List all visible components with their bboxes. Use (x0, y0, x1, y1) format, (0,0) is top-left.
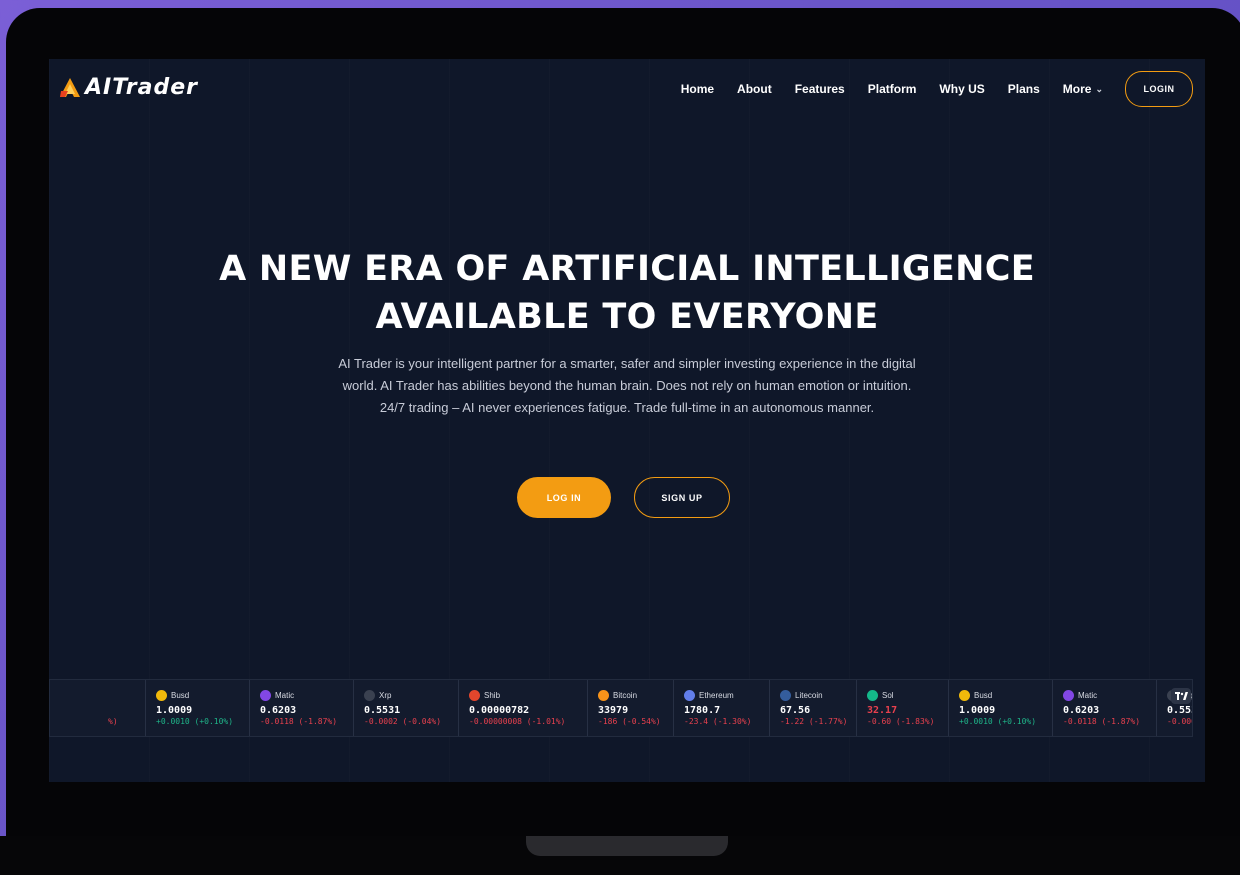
ticker-change: -1.22 (-1.77%) (780, 717, 848, 726)
brand-name: AITrader (85, 75, 199, 100)
shib-coin-icon (469, 689, 480, 701)
nav-platform[interactable]: Platform (868, 82, 917, 96)
ethereum-coin-icon (684, 689, 695, 701)
ticker-change: +0.0010 (+0.10%) (959, 717, 1037, 726)
ticker-name: Matic (1078, 690, 1098, 700)
sol-coin-icon (867, 689, 878, 701)
ticker-price: 67.56 (780, 705, 811, 716)
bitcoin-coin-icon (598, 689, 609, 701)
ticker-name: Ethereum (699, 690, 734, 700)
hero-description: AI Trader is your intelligent partner fo… (338, 356, 916, 415)
nav-features[interactable]: Features (795, 82, 845, 96)
logo-mark-icon (60, 77, 80, 97)
ticker-item[interactable]: Ethereum 1780.7 -23.4 (-1.30%) (673, 680, 769, 736)
nav-home[interactable]: Home (681, 82, 714, 96)
ticker-item[interactable]: Shib 0.00000782 -0.00000008 (-1.01%) (458, 680, 587, 736)
ticker-item[interactable]: Busd 1.0009 +0.0010 (+0.10%) (948, 680, 1052, 736)
ticker-change: %) (108, 717, 118, 726)
nav-about[interactable]: About (737, 82, 772, 96)
ticker-name: Busd (974, 690, 993, 700)
hero-title: A NEW ERA OF ARTIFICIAL INTELLIGENCE AVA… (49, 245, 1205, 341)
ticker-item[interactable]: Matic 0.6203 -0.0118 (-1.87%) (249, 680, 353, 736)
ticker-price: 0.6203 (260, 705, 297, 716)
main-nav: Home About Features Platform Why US Plan… (658, 71, 1193, 107)
nav-more-dropdown[interactable]: More ⌄ (1063, 82, 1103, 96)
nav-plans[interactable]: Plans (1008, 82, 1040, 96)
ticker-change: +0.0010 (+0.10%) (156, 717, 234, 726)
litecoin-coin-icon (780, 689, 791, 701)
ticker-name: Busd (171, 690, 190, 700)
ticker-change: -0.0002 (-0.04%) (364, 717, 442, 726)
ticker-name: Matic (275, 690, 295, 700)
hero-signup-button[interactable]: SIGN UP (634, 477, 730, 518)
ticker-name: Bitcoin (613, 690, 638, 700)
ticker-change: -0.00000008 (-1.01%) (469, 717, 566, 726)
nav-more-label: More (1062, 82, 1092, 96)
ticker-item[interactable]: Sol 32.17 -0.60 (-1.83%) (856, 680, 948, 736)
busd-coin-icon (156, 689, 167, 701)
ticker-item[interactable]: Busd 1.0009 +0.0010 (+0.10%) (145, 680, 249, 736)
hero-login-button[interactable]: LOG IN (517, 477, 611, 518)
ticker-item[interactable]: Litecoin 67.56 -1.22 (-1.77%) (769, 680, 856, 736)
ticker-change: -0.0118 (-1.87%) (1063, 717, 1141, 726)
ticker-change: -23.4 (-1.30%) (684, 717, 752, 726)
ticker-item[interactable]: Xrp 0.5531 -0.0002 (-0.04%) (353, 680, 458, 736)
matic-coin-icon (260, 689, 271, 701)
ticker-price: 0.00000782 (469, 705, 530, 716)
ticker-name: Shib (484, 690, 501, 700)
tradingview-mark-icon (1174, 692, 1188, 700)
ticker-price: 0.5531 (364, 705, 401, 716)
ticker-price: 32.17 (867, 705, 898, 716)
ticker-change: -0.60 (-1.83%) (867, 717, 935, 726)
ticker-price: 0.6203 (1063, 705, 1100, 716)
ticker-item[interactable]: Bitcoin 33979 -186 (-0.54%) (587, 680, 673, 736)
tradingview-logo-icon[interactable] (1171, 688, 1191, 704)
ticker-change: -186 (-0.54%) (598, 717, 661, 726)
ticker-price: 1.0009 (959, 705, 996, 716)
ticker-track: %) Busd 1.0009 +0.0010 (+0.10%) Matic 0.… (50, 680, 1192, 736)
ticker-name: Xrp (379, 690, 392, 700)
ticker-item[interactable]: %) (50, 680, 145, 736)
matic-coin-icon (1063, 689, 1074, 701)
hero-title-line-2: AVAILABLE TO EVERYONE (375, 297, 879, 337)
busd-coin-icon (959, 689, 970, 701)
xrp-coin-icon (364, 689, 375, 701)
ticker-price: 0.5531 (1167, 705, 1192, 716)
ticker-change: -0.0118 (-1.87%) (260, 717, 338, 726)
nav-why-us[interactable]: Why US (939, 82, 984, 96)
laptop-notch (526, 836, 728, 856)
ticker-name: Sol (882, 690, 894, 700)
crypto-ticker-tape[interactable]: %) Busd 1.0009 +0.0010 (+0.10%) Matic 0.… (49, 679, 1193, 737)
ticker-price: 33979 (598, 705, 629, 716)
ticker-change: -0.0002 (-0.04%) (1167, 717, 1192, 726)
hero-title-line-1: A NEW ERA OF ARTIFICIAL INTELLIGENCE (219, 249, 1035, 289)
brand-logo[interactable]: AITrader (59, 75, 198, 100)
ticker-item[interactable]: Matic 0.6203 -0.0118 (-1.87%) (1052, 680, 1156, 736)
ticker-name: Litecoin (795, 690, 823, 700)
nav-login-button[interactable]: LOGIN (1125, 71, 1193, 107)
ticker-price: 1780.7 (684, 705, 721, 716)
ticker-price: 1.0009 (156, 705, 193, 716)
chevron-down-icon: ⌄ (1095, 83, 1103, 94)
website-screen: AITrader Home About Features Platform Wh… (49, 59, 1205, 782)
